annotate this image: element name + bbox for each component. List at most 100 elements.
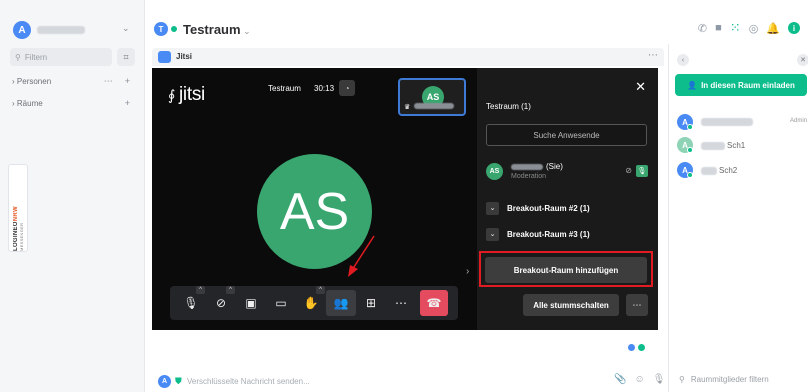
jitsi-stage: ∮ jitsi Testraum 30:13 ◔ AS ♛ AS 🎙 ^ ⊘ ^… (152, 68, 658, 330)
chevron-right-icon[interactable]: › (466, 266, 469, 277)
attachment-icon[interactable]: 📎 (614, 374, 626, 385)
video-settings-caret[interactable]: ^ (226, 286, 235, 294)
participant-row-self[interactable]: AS (Sie) Moderation ⊘ 🎙 (486, 160, 650, 184)
shield-icon: ⛊ (175, 376, 182, 386)
hangup-button[interactable]: ☎ (420, 290, 448, 316)
search-icon: ⚲ (15, 52, 21, 62)
participant-search-input[interactable]: Suche Anwesende (486, 124, 647, 146)
add-user-icon: 👤 (687, 80, 698, 90)
tile-view-icon: ⊞ (365, 296, 377, 310)
microphone-icon: 🎙 (183, 296, 199, 310)
meeting-timer: 30:13 (314, 84, 335, 93)
close-icon[interactable]: ✕ (635, 79, 646, 95)
presence-online-icon (687, 147, 693, 153)
tile-view-button[interactable]: ⊞ (356, 290, 386, 316)
member-list-item[interactable]: A Sch1 (677, 137, 807, 155)
participant-thumbnail[interactable]: AS ♛ (398, 78, 466, 116)
more-actions-button[interactable]: ⋯ (386, 290, 416, 316)
threads-icon[interactable]: ◎ (749, 22, 759, 35)
jitsi-toolbar: 🎙 ^ ⊘ ^ ▣ ▭ ✋ ^ 👥 ⊞ ⋯ ☎ (170, 286, 458, 320)
presence-online-icon (687, 172, 693, 178)
annotation-highlight-box (479, 251, 653, 287)
logineo-widget[interactable]: LOGINEONRW MESSENGER (8, 164, 28, 252)
chat-button[interactable]: ▭ (266, 290, 296, 316)
participants-button[interactable]: 👥 (326, 290, 356, 316)
room-header-actions: ✆ ■ ⁙ ◎ 🔔 i (698, 20, 800, 36)
member-filter-input[interactable]: ⚲ Raummitglieder filtern (679, 375, 769, 384)
mute-all-button[interactable]: Alle stummschalten (523, 294, 619, 316)
chevron-right-icon: › (12, 77, 15, 86)
widget-title: Jitsi (176, 52, 193, 61)
read-receipt-avatar (637, 343, 646, 352)
more-icon: ⋯ (395, 296, 407, 310)
widget-header (152, 48, 664, 66)
microphone-button[interactable]: 🎙 ^ (176, 286, 206, 316)
participants-title: Testraum (1) (486, 102, 531, 111)
participant-name-blurred (511, 163, 543, 170)
apps-icon[interactable]: ⁙ (730, 20, 741, 36)
thumbnail-name-blurred (414, 103, 454, 109)
voice-message-icon[interactable]: 🎙 (653, 374, 666, 385)
member-name: Sch2 (701, 166, 737, 175)
video-call-icon[interactable]: ■ (715, 22, 722, 34)
chat-icon: ▭ (275, 296, 287, 310)
close-icon[interactable]: ✕ (797, 54, 808, 66)
camera-button[interactable]: ⊘ ^ (206, 286, 236, 316)
hangup-icon: ☎ (426, 296, 442, 310)
member-list-item[interactable]: A Admin (677, 114, 807, 132)
user-avatar[interactable]: A (13, 21, 31, 39)
composer-actions: 📎 ☺ 🎙 (614, 374, 665, 385)
composer-avatar[interactable]: A (158, 375, 171, 388)
room-filter-placeholder: Filtern (24, 52, 48, 62)
screenshare-button[interactable]: ▣ (236, 290, 266, 316)
meeting-name: Testraum (268, 84, 301, 93)
back-icon[interactable]: ‹ (677, 54, 689, 66)
widget-menu-icon[interactable]: ⋯ (648, 50, 658, 61)
notifications-icon[interactable]: 🔔 (766, 22, 780, 35)
room-info-icon[interactable]: i (788, 22, 800, 34)
message-composer-input[interactable]: Verschlüsselte Nachricht senden... (187, 377, 310, 386)
user-name-blurred (37, 26, 85, 34)
chevron-down-icon[interactable]: ⌄ (486, 227, 499, 241)
camera-off-icon: ⊘ (215, 296, 227, 310)
breakout-room-3[interactable]: ⌄ Breakout-Raum #3 (1) (486, 226, 650, 242)
add-icon[interactable]: + (125, 76, 130, 87)
chevron-right-icon: › (12, 99, 15, 108)
jitsi-logo: ∮ jitsi (168, 84, 205, 105)
member-list-item[interactable]: A Sch2 (677, 162, 807, 180)
participant-name: (Sie) (511, 162, 563, 171)
room-avatar[interactable]: T (154, 22, 168, 36)
member-power-level: Admin (789, 118, 807, 124)
room-title[interactable]: Testraum ⌄ (183, 22, 251, 37)
section-rooms[interactable]: › Räume (12, 99, 43, 108)
microphone-icon: 🎙 (636, 165, 648, 177)
member-name-blurred (701, 141, 725, 150)
annotation-arrow (348, 235, 375, 277)
reactions-caret[interactable]: ^ (316, 286, 325, 294)
connection-quality-icon[interactable]: ◔ (339, 80, 355, 96)
emoji-icon[interactable]: ☺ (634, 374, 644, 385)
room-encrypted-icon (171, 26, 177, 32)
invite-button[interactable]: 👤 In diesen Raum einladen (675, 74, 807, 96)
explore-icon: ⌗ (123, 51, 129, 62)
breakout-room-2[interactable]: ⌄ Breakout-Raum #2 (1) (486, 200, 650, 216)
participants-pane: ✕ Testraum (1) Suche Anwesende AS (Sie) … (477, 68, 658, 330)
raise-hand-button[interactable]: ✋ ^ (296, 286, 326, 316)
moderator-crown-icon: ♛ (404, 104, 411, 111)
participants-more-button[interactable]: ⋯ (626, 294, 648, 316)
member-name-blurred (701, 166, 717, 175)
audio-settings-caret[interactable]: ^ (196, 286, 205, 294)
chevron-down-icon[interactable]: ⌄ (122, 23, 130, 34)
read-receipts[interactable] (627, 343, 646, 352)
logineo-logo: LOGINEONRW MESSENGER (13, 206, 24, 251)
room-filter-input[interactable]: ⚲ Filtern (10, 48, 112, 66)
section-people[interactable]: › Personen (12, 77, 51, 86)
search-icon: ⚲ (679, 375, 685, 384)
add-icon[interactable]: + (125, 98, 130, 108)
read-receipt-avatar (627, 343, 636, 352)
explore-rooms-button[interactable]: ⌗ (117, 48, 135, 66)
more-icon[interactable]: ⋯ (104, 76, 113, 87)
phone-icon[interactable]: ✆ (698, 22, 707, 35)
chevron-down-icon[interactable]: ⌄ (486, 201, 499, 215)
participant-role: Moderation (511, 173, 547, 180)
